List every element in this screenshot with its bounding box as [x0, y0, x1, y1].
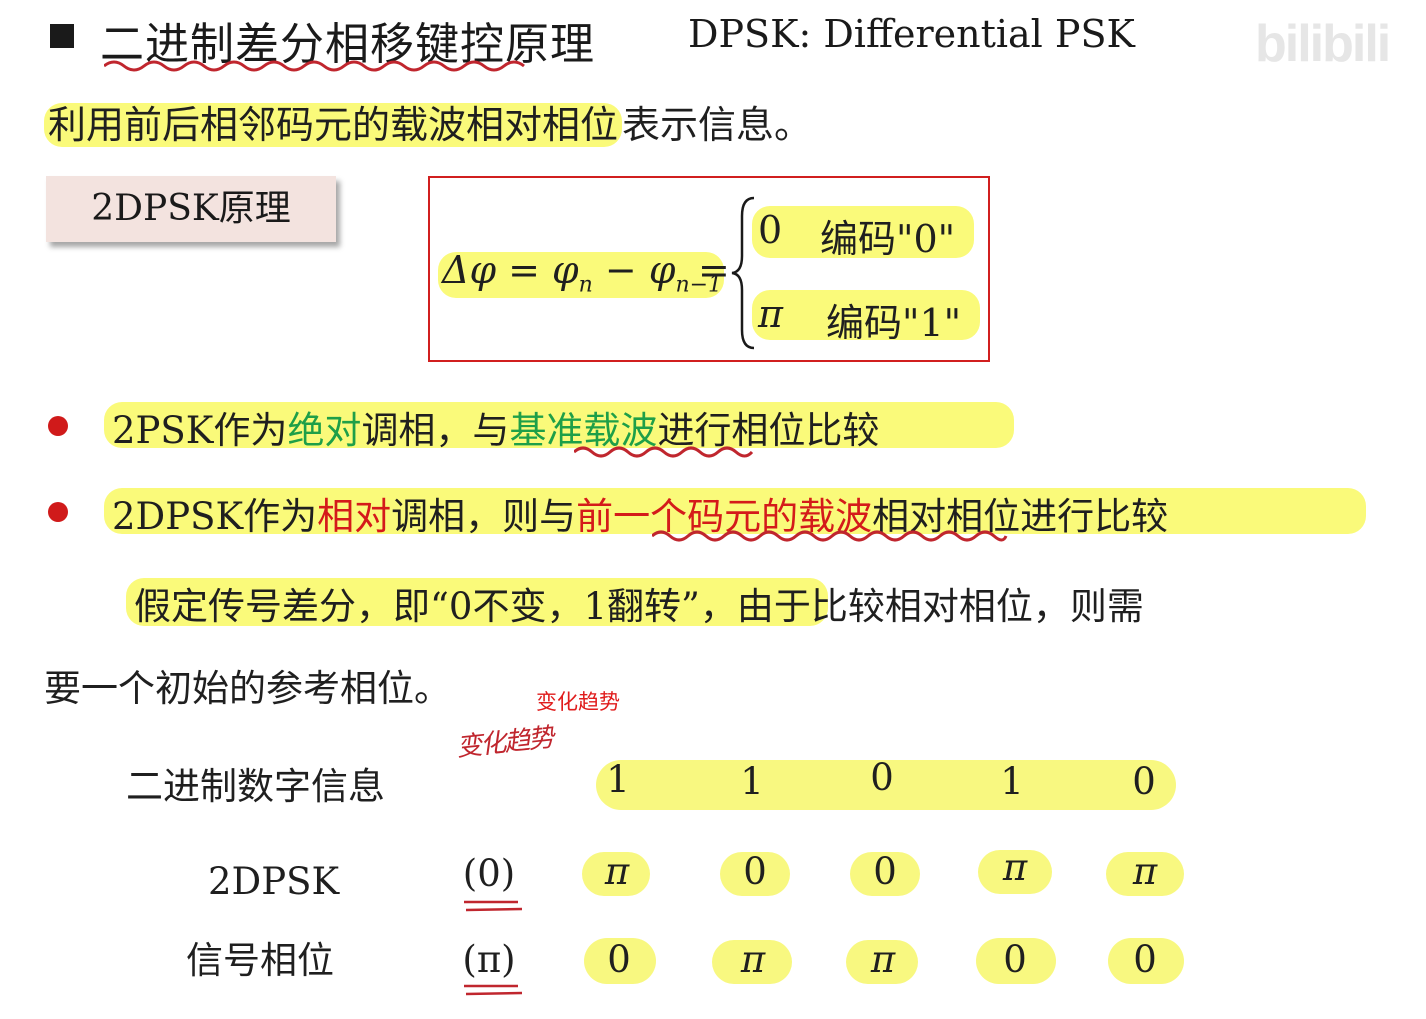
title-red-underline — [104, 60, 525, 72]
annotation-handwritten: 变化趋势 — [454, 723, 554, 763]
bullet-2psk: 2PSK作为绝对调相，与基准载波进行相位比较 — [112, 409, 880, 452]
annotation-typed: 变化趋势 — [536, 691, 620, 714]
binary-value: 1 — [1000, 760, 1024, 803]
initial-phase-a-underline — [464, 900, 523, 912]
phase-label-line2: 信号相位 — [186, 939, 334, 982]
title-bullet-square — [50, 24, 74, 48]
phase-value-a: π — [1132, 850, 1158, 893]
initial-phase-a: (0) — [462, 852, 516, 895]
intro-sentence: 利用前后相邻码元的载波相对相位 表示信息。 — [44, 94, 812, 149]
formula-case0-desc: 编码"0" — [820, 217, 956, 261]
formula-case1-desc: 编码"1" — [826, 301, 962, 345]
principle-label-box: 2DPSK原理 — [46, 176, 336, 242]
formula-case1-value: π — [758, 292, 783, 336]
phase-value-b: 0 — [1133, 938, 1157, 981]
phase-value-b: 0 — [1003, 938, 1027, 981]
phase-value-a: π — [604, 850, 630, 893]
intro-highlight: 利用前后相邻码元的载波相对相位 — [44, 103, 623, 147]
slide-subtitle-english: DPSK: Differential PSK — [688, 12, 1135, 56]
binary-value: 0 — [1132, 760, 1156, 803]
phase-value-b: π — [740, 938, 766, 981]
binary-value: 1 — [740, 760, 764, 803]
binary-value: 0 — [870, 756, 894, 799]
paragraph-line1: 假定传号差分，即“0不变，1翻转”，由于比较相对相位，则需 — [134, 585, 1144, 628]
bullet-dot — [48, 416, 68, 436]
phase-value-a: 0 — [743, 850, 767, 893]
bilibili-watermark: bilibili — [1255, 15, 1391, 73]
intro-rest: 表示信息。 — [622, 103, 813, 147]
binary-info-label: 二进制数字信息 — [126, 765, 385, 808]
paragraph-line2: 要一个初始的参考相位。 — [44, 667, 451, 710]
bullet-2dpsk: 2DPSK作为相对调相，则与前一个码元的载波相对相位进行比较 — [112, 495, 1169, 538]
bullet1-red-underline — [574, 446, 754, 458]
phase-value-a: π — [1002, 846, 1028, 889]
bullet2-red-underline — [652, 530, 1008, 542]
phase-value-a: 0 — [873, 850, 897, 893]
phase-value-b: 0 — [607, 938, 631, 981]
initial-phase-b: (π) — [462, 938, 516, 981]
initial-phase-b-underline — [464, 984, 523, 996]
phase-value-b: π — [870, 938, 896, 981]
phase-label-line1: 2DPSK — [208, 860, 340, 903]
formula-case0-value: 0 — [758, 208, 783, 252]
binary-value: 1 — [606, 758, 630, 801]
formula-lhs: Δφ = φn − φn−1 — [442, 248, 723, 298]
bullet-dot — [48, 502, 68, 522]
formula-equals: = — [698, 248, 730, 292]
